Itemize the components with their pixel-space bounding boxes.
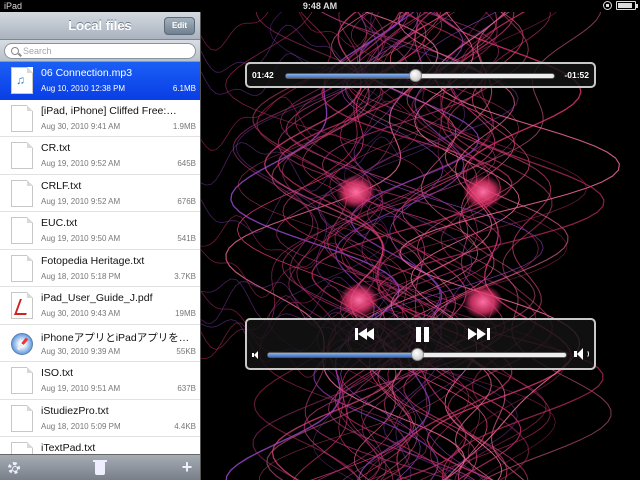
file-size: 645B [177, 159, 196, 168]
scrubber-thumb[interactable] [408, 69, 422, 82]
file-size: 1.9MB [172, 121, 196, 131]
file-name: iPhoneアプリとiPadアプリを… [41, 331, 190, 344]
file-size: 6.1MB [172, 84, 196, 93]
search-bar [0, 40, 200, 62]
file-name: Fotopedia Heritage.txt [41, 254, 145, 267]
file-name: iPad_User_Guide_J.pdf [41, 292, 153, 304]
previous-track-icon[interactable] [353, 324, 379, 344]
volume-fill [268, 353, 417, 357]
pause-icon[interactable] [409, 324, 435, 344]
file-date: Aug 30, 2010 9:43 AM [41, 309, 121, 318]
rotation-lock-icon [603, 1, 612, 10]
search-field[interactable] [4, 43, 196, 59]
file-row[interactable]: ISO.txt Aug 19, 2010 9:51 AM 637B [0, 362, 200, 400]
document-icon [11, 142, 33, 169]
document-icon [11, 367, 33, 394]
document-icon [11, 104, 33, 132]
visualizer-orb [463, 175, 503, 209]
document-icon [11, 179, 33, 207]
file-name: iTextPad.txt [41, 442, 96, 454]
file-size: 4.4KB [174, 421, 196, 431]
pane-header: Local files Edit [0, 12, 200, 40]
battery-icon [616, 1, 638, 10]
visualizer-swirl [201, 96, 402, 151]
playback-controls-hud [245, 318, 596, 370]
file-date: Aug 19, 2010 9:50 AM [41, 234, 121, 243]
file-date: Aug 19, 2010 9:52 AM [41, 159, 121, 168]
file-name: 06 Connection.mp3 [41, 67, 133, 79]
file-name: CR.txt [41, 142, 71, 154]
file-browser-pane: Local files Edit 06 Connection.mp3 Aug 10… [0, 12, 201, 480]
pdf-file-icon [11, 292, 33, 319]
file-name: EUC.txt [41, 217, 78, 229]
search-icon [11, 47, 19, 55]
file-date: Aug 18, 2010 5:18 PM [41, 271, 121, 281]
file-row[interactable]: iPad_User_Guide_J.pdf Aug 30, 2010 9:43 A… [0, 287, 200, 325]
scrubber-hud: 01:42 -01:52 [245, 62, 596, 88]
file-row[interactable]: iStudiezPro.txt Aug 18, 2010 5:09 PM 4.4KB [0, 399, 200, 437]
file-row[interactable]: 06 Connection.mp3 Aug 10, 2010 12:38 PM 6.… [0, 62, 200, 100]
file-size: 676B [177, 196, 196, 206]
elapsed-time: 01:42 [252, 70, 274, 80]
visualizer-orb [339, 283, 379, 317]
file-size: 541B [177, 234, 196, 243]
search-input[interactable] [23, 45, 193, 57]
safari-webarchive-icon [11, 332, 33, 355]
file-size: 637B [177, 384, 196, 393]
volume-slider[interactable] [267, 348, 567, 361]
file-size: 3.7KB [174, 271, 196, 281]
file-date: Aug 30, 2010 9:39 AM [41, 346, 121, 356]
file-row[interactable]: iPhoneアプリとiPadアプリを… Aug 30, 2010 9:39 AM 5… [0, 324, 200, 362]
volume-thumb[interactable] [411, 348, 424, 361]
file-size: 19MB [175, 309, 196, 318]
file-size: 55KB [176, 346, 196, 356]
file-date: Aug 19, 2010 9:51 AM [41, 384, 121, 393]
file-row[interactable]: Fotopedia Heritage.txt Aug 18, 2010 5:18 … [0, 249, 200, 287]
file-date: Aug 10, 2010 12:38 PM [41, 84, 126, 93]
remaining-time: -01:52 [564, 70, 589, 80]
document-icon [11, 217, 33, 244]
add-icon[interactable]: + [180, 458, 194, 476]
file-name: iStudiezPro.txt [41, 404, 109, 417]
file-date: Aug 19, 2010 9:52 AM [41, 196, 121, 206]
file-row[interactable]: [iPad, iPhone] Cliffed Free:… Aug 30, 201… [0, 99, 200, 137]
scrubber-fill [286, 74, 415, 78]
pane-toolbar: + [0, 454, 200, 480]
next-track-icon[interactable] [466, 324, 492, 344]
audio-file-icon [11, 67, 33, 94]
file-date: Aug 30, 2010 9:41 AM [41, 121, 121, 131]
edit-button[interactable]: Edit [164, 17, 195, 35]
file-row[interactable]: CRLF.txt Aug 19, 2010 9:52 AM 676B [0, 174, 200, 212]
clock: 9:48 AM [302, 1, 338, 11]
volume-high-icon [574, 348, 590, 360]
status-icons [603, 1, 638, 10]
scrubber-slider[interactable] [285, 69, 555, 82]
file-row[interactable]: CR.txt Aug 19, 2010 9:52 AM 645B [0, 137, 200, 175]
document-icon [11, 254, 33, 282]
trash-icon[interactable] [93, 460, 107, 475]
visualizer-orb [336, 175, 376, 209]
file-list: 06 Connection.mp3 Aug 10, 2010 12:38 PM 6.… [0, 62, 200, 475]
file-date: Aug 18, 2010 5:09 PM [41, 421, 121, 431]
visualizer-orb [463, 285, 503, 319]
volume-low-icon [252, 351, 258, 359]
file-row[interactable]: EUC.txt Aug 19, 2010 9:50 AM 541B [0, 212, 200, 250]
file-name: CRLF.txt [41, 179, 82, 192]
status-bar: iPad 9:48 AM [0, 0, 640, 12]
file-name: [iPad, iPhone] Cliffed Free:… [41, 104, 177, 117]
gear-icon[interactable] [8, 462, 20, 474]
file-name: ISO.txt [41, 367, 74, 379]
document-icon [11, 404, 33, 432]
